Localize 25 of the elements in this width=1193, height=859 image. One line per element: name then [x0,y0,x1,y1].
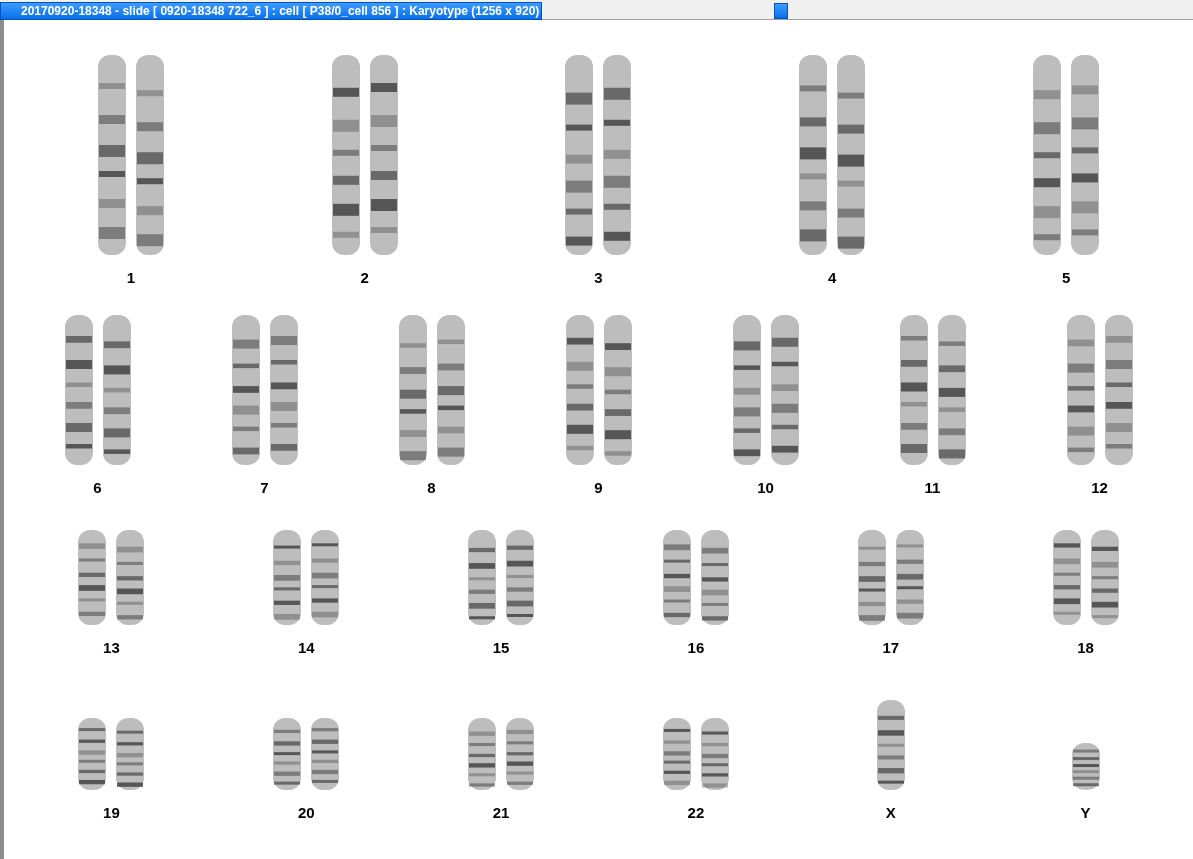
chromosome-label: 12 [1091,479,1108,496]
window-title: 20170920-18348 - slide [ 0920-18348 722_6 ] : cell [ P38/0_cell 856 ] : Karyotype (1256 x 920) [0,1,542,20]
chromosome-label: 3 [594,269,603,286]
chromosome-label: 5 [1061,269,1071,286]
chromosome-label: 4 [828,269,837,286]
chromosome-label: 8 [427,479,436,496]
chromosome-label: 22 [687,804,705,821]
chromosome-label: 13 [103,639,120,656]
chromosome-label: 6 [93,479,102,496]
chromosome-label: 20 [297,804,315,821]
chromosome-label: 10 [757,479,774,496]
chromosome-label: 18 [1077,639,1094,656]
chromosome-label: 7 [260,479,269,496]
chromosome-label: 15 [492,639,510,656]
chromosome-label: 11 [924,479,941,496]
chromosome-label: 17 [882,639,900,656]
chromosome-label: 14 [297,639,315,656]
chromosome-label: 19 [103,804,120,821]
chromosome-label: 2 [360,269,369,286]
chromosome-label: 9 [594,479,603,496]
chromosome-label: 1 [126,269,136,286]
chromosome-label: X [885,804,896,821]
chromosome-label: 21 [492,804,510,821]
chromosome-label: Y [1080,804,1091,821]
chromosome-label: 16 [687,639,705,656]
